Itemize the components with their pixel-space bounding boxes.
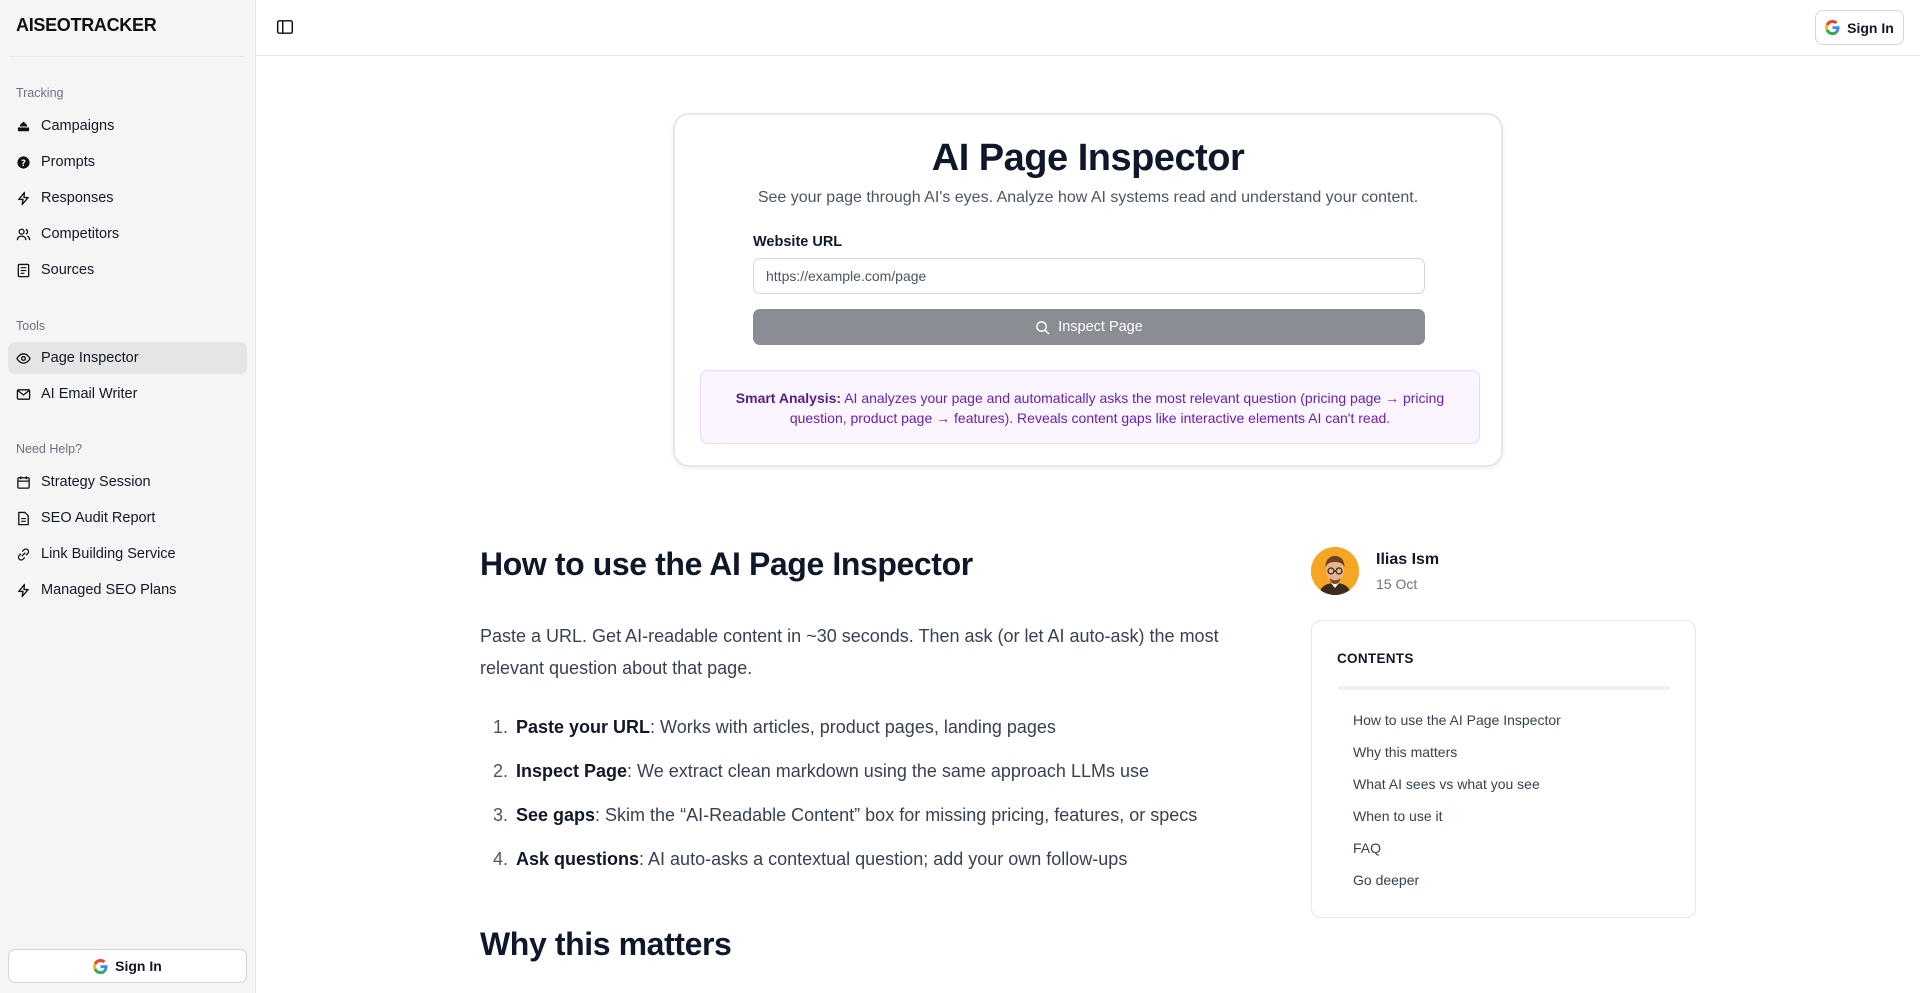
group-label-help: Need Help? <box>16 442 83 456</box>
sidebar-item-label: Sources <box>41 262 95 278</box>
users-icon <box>16 228 31 240</box>
google-icon <box>1825 20 1840 35</box>
file-text-icon <box>18 511 29 525</box>
smart-analysis-text: AI analyzes your page and automatically … <box>789 390 1445 426</box>
sidebar-item-label: Strategy Session <box>41 474 151 490</box>
lightning-icon <box>18 191 29 205</box>
sidebar-item-campaigns[interactable]: Campaigns <box>8 110 247 142</box>
top-sign-in-button[interactable]: Sign In <box>1815 10 1904 45</box>
sidebar-item-label: Managed SEO Plans <box>41 582 177 598</box>
url-label: Website URL <box>753 234 843 250</box>
article-intro: Paste a URL. Get AI-readable content in … <box>480 626 1219 678</box>
step-text: : Works with articles, product pages, la… <box>650 716 1056 737</box>
sidebar-item-label: SEO Audit Report <box>41 510 156 526</box>
step-text: : AI auto-asks a contextual question; ad… <box>639 848 1128 869</box>
campaigns-icon <box>17 121 30 131</box>
search-icon <box>1036 320 1050 334</box>
lightning-icon <box>18 583 29 597</box>
page-subtitle: See your page through AI's eyes. Analyze… <box>757 189 1419 206</box>
sidebar-item-label: Responses <box>41 190 114 206</box>
page-title: AI Page Inspector <box>931 137 1245 179</box>
sidebar-item-label: Campaigns <box>41 118 115 134</box>
book-icon <box>17 263 30 277</box>
sidebar-item-prompts[interactable]: ? Prompts <box>8 146 247 178</box>
toc-item-what-ai-sees[interactable]: What AI sees vs what you see <box>1353 776 1540 792</box>
list-item: 3. See gaps: Skim the “AI-Readable Conten… <box>480 793 1270 837</box>
sidebar-item-competitors[interactable]: Competitors <box>8 218 247 250</box>
divider <box>10 56 245 57</box>
sign-in-label: Sign In <box>115 958 162 974</box>
google-icon <box>93 958 108 974</box>
author-date: 15 Oct <box>1376 576 1418 592</box>
step-title: Paste your URL <box>516 716 651 737</box>
toc-title: CONTENTS <box>1337 651 1414 666</box>
sidebar-item-managed-seo[interactable]: Managed SEO Plans <box>8 574 247 606</box>
sidebar-item-label: AI Email Writer <box>41 386 138 402</box>
step-text: : Skim the “AI-Readable Content” box for… <box>595 804 1198 825</box>
step-title: Ask questions <box>516 848 640 869</box>
inspect-page-button[interactable]: Inspect Page <box>753 309 1425 345</box>
sign-in-label: Sign In <box>1847 19 1894 36</box>
sidebar-sign-in-button[interactable]: Sign In <box>8 949 247 983</box>
link-icon <box>17 547 30 561</box>
top-bar: Sign In <box>256 0 1920 56</box>
step-title: Inspect Page <box>516 760 628 781</box>
toc-item-how-to-use[interactable]: How to use the AI Page Inspector <box>1353 712 1561 728</box>
list-item: 2. Inspect Page: We extract clean markdow… <box>480 749 1270 793</box>
article-heading-how-to: How to use the AI Page Inspector <box>480 546 973 582</box>
sidebar-item-sources[interactable]: Sources <box>8 254 247 286</box>
step-title: See gaps <box>516 804 596 825</box>
step-text: : We extract clean markdown using the sa… <box>627 760 1149 781</box>
sidebar-item-responses[interactable]: Responses <box>8 182 247 214</box>
url-input[interactable] <box>753 258 1425 294</box>
steps-list: 1. Paste your URL: Works with articles, p… <box>480 705 1270 881</box>
sidebar-item-seo-audit-report[interactable]: SEO Audit Report <box>8 502 247 534</box>
author-portrait-icon <box>1311 547 1359 595</box>
step-number: 2. <box>492 760 508 781</box>
article-heading-why: Why this matters <box>480 926 732 962</box>
sidebar: AISEOTRACKER Tracking Campaigns ? Prompt… <box>0 0 256 993</box>
toc-item-go-deeper[interactable]: Go deeper <box>1353 872 1419 888</box>
inspector-card: AI Page Inspector See your page through … <box>673 113 1503 467</box>
brand-logo[interactable]: AISEOTRACKER <box>16 15 157 36</box>
toc-item-why-this-matters[interactable]: Why this matters <box>1353 744 1457 760</box>
inspect-button-label: Inspect Page <box>1058 319 1143 335</box>
toc-item-when-to-use[interactable]: When to use it <box>1353 808 1443 824</box>
list-item: 4. Ask questions: AI auto-asks a contextu… <box>480 837 1270 881</box>
table-of-contents: CONTENTS How to use the AI Page Inspecto… <box>1311 620 1696 918</box>
sidebar-item-ai-email-writer[interactable]: AI Email Writer <box>8 378 247 410</box>
calendar-icon <box>17 475 30 489</box>
sidebar-item-page-inspector[interactable]: Page Inspector <box>8 342 247 374</box>
avatar <box>1311 547 1359 595</box>
step-number: 3. <box>492 804 508 825</box>
smart-analysis-label: Smart Analysis: <box>735 390 842 406</box>
sidebar-item-label: Prompts <box>41 154 95 170</box>
sidebar-item-label: Page Inspector <box>41 350 139 366</box>
eye-icon <box>16 352 31 364</box>
sidebar-toggle-icon[interactable] <box>276 18 294 36</box>
group-label-tools: Tools <box>16 319 46 333</box>
toc-item-faq[interactable]: FAQ <box>1353 840 1381 856</box>
smart-analysis-note: Smart Analysis: AI analyzes your page an… <box>700 370 1480 444</box>
step-number: 4. <box>492 848 508 869</box>
sidebar-item-strategy-session[interactable]: Strategy Session <box>8 466 247 498</box>
toc-divider <box>1337 686 1671 690</box>
step-number: 1. <box>492 716 508 737</box>
group-label-tracking: Tracking <box>16 86 64 100</box>
mail-icon <box>16 388 31 400</box>
sidebar-item-label: Link Building Service <box>41 546 176 562</box>
help-circle-icon: ? <box>17 155 30 169</box>
sidebar-item-label: Competitors <box>41 226 120 242</box>
list-item: 1. Paste your URL: Works with articles, p… <box>480 705 1270 749</box>
sidebar-item-link-building[interactable]: Link Building Service <box>8 538 247 570</box>
author-name[interactable]: Ilias Ism <box>1376 551 1439 569</box>
svg-text:?: ? <box>21 157 26 167</box>
